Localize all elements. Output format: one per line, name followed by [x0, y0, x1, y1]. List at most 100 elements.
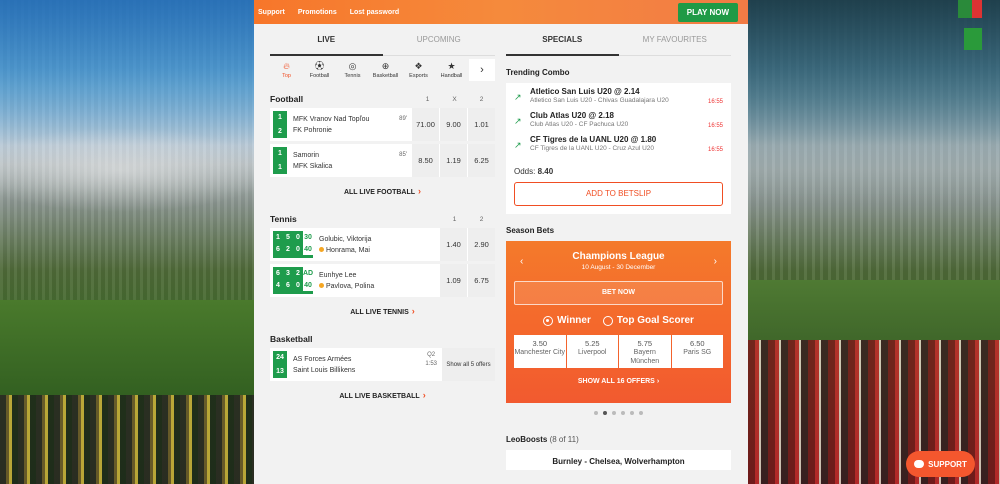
football-section-header: Football 1 X 2 — [270, 90, 495, 108]
carousel-dot[interactable] — [594, 411, 598, 415]
promotions-link[interactable]: Promotions — [298, 9, 337, 16]
tab-specials[interactable]: SPECIALS — [506, 24, 619, 56]
add-to-betslip-button[interactable]: ADD TO BETSLIP — [514, 182, 723, 206]
match-minute: 89' — [399, 116, 407, 122]
tennis-scoreboard: 6 3 2 AD 4 6 0 40 — [273, 267, 313, 294]
kickoff-time: 16:55 — [707, 99, 723, 105]
game-points: AD — [303, 267, 313, 279]
combo-pick: Atletico San Luis U20 @ 2.14 — [530, 87, 640, 96]
col-label: 1 — [425, 95, 430, 103]
radio-top-goal-scorer[interactable]: Top Goal Scorer — [602, 315, 694, 326]
odd-button-2[interactable]: 6.75 — [468, 264, 495, 297]
odd-button-2[interactable]: 1.01 — [468, 108, 495, 141]
live-column: LIVE UPCOMING 🔥︎ Top ⚽︎ Football ◎ Tenni… — [270, 24, 495, 484]
lost-password-link[interactable]: Lost password — [350, 9, 399, 16]
trending-combo-title: Trending Combo — [506, 68, 570, 77]
set-score: 6 — [286, 281, 290, 289]
set-score: 6 — [276, 245, 280, 253]
tab-upcoming[interactable]: UPCOMING — [383, 24, 496, 55]
teams: Samorin MFK Skalica — [287, 144, 399, 177]
match-row[interactable]: 24 13 AS Forces Armées Saint Louis Billi… — [270, 348, 495, 381]
play-now-button[interactable]: PLAY NOW — [677, 2, 738, 22]
odd-button-2[interactable]: 6.25 — [468, 144, 495, 177]
combo-odds: Odds: 8.40 — [514, 167, 723, 176]
sport-label: Basketball — [372, 73, 399, 79]
sport-item-tennis[interactable]: ◎ Tennis — [336, 61, 369, 79]
combo-selection[interactable]: ↗ Atletico San Luis U20 @ 2.14 Atletico … — [514, 87, 723, 111]
odd-button-1[interactable]: 1.40 — [440, 228, 467, 261]
all-live-football-link[interactable]: ALL LIVE FOOTBALL › — [270, 186, 495, 196]
link-label: ALL LIVE TENNIS — [350, 309, 409, 316]
chevron-left-icon[interactable]: ‹ — [520, 256, 523, 267]
game-clock: Q2 1:53 — [425, 348, 441, 381]
sport-label: Esports — [409, 73, 428, 79]
player-two-row: Pavlova, Polina — [319, 281, 439, 292]
carousel-dot[interactable] — [621, 411, 625, 415]
handball-icon: ★ — [447, 61, 456, 71]
link-label: SHOW ALL 16 OFFERS — [577, 378, 655, 385]
chevron-right-icon: › — [422, 390, 426, 400]
support-chat-button[interactable]: SUPPORT — [906, 451, 975, 477]
bet-now-button[interactable]: BET NOW — [514, 281, 723, 305]
show-all-offers-link[interactable]: SHOW ALL 16 OFFERS › — [506, 378, 731, 385]
all-live-tennis-link[interactable]: ALL LIVE TENNIS › — [270, 306, 495, 316]
radio-winner[interactable]: Winner — [543, 315, 591, 326]
player-two: Honrama, Mai — [326, 246, 370, 254]
sport-item-esports[interactable]: ❖ Esports — [402, 61, 435, 79]
all-live-basketball-link[interactable]: ALL LIVE BASKETBALL › — [270, 390, 495, 400]
match-row[interactable]: 6 3 2 AD 4 6 0 40 Eunhye Lee Pavlova, Po… — [270, 264, 495, 297]
teams: MFK Vranov Nad Topľou FK Pohronie — [287, 108, 399, 141]
outcome-button[interactable]: 5.75 Bayern München — [619, 335, 671, 368]
outcome-list: 3.50 Manchester City 5.25 Liverpool 5.75 Ba… — [514, 335, 723, 368]
tab-live[interactable]: LIVE — [270, 24, 383, 56]
chevron-right-icon[interactable]: › — [714, 256, 717, 267]
season-header: Champions League 10 August - 30 December — [506, 241, 731, 271]
outcome-button[interactable]: 5.25 Liverpool — [566, 335, 618, 368]
match-row[interactable]: 1 2 MFK Vranov Nad Topľou FK Pohronie 89… — [270, 108, 495, 141]
outcome-odd: 3.50 — [532, 339, 548, 348]
sport-item-basketball[interactable]: ⊕ Basketball — [369, 61, 402, 79]
leoboosts-title: LeoBoosts (8 of 11) — [506, 435, 731, 444]
set-score: 6 — [276, 269, 280, 277]
outcome-button[interactable]: 3.50 Manchester City — [514, 335, 566, 368]
odd-button-x[interactable]: 9.00 — [440, 108, 467, 141]
support-link[interactable]: Support — [258, 9, 285, 16]
sport-item-handball[interactable]: ★ Handball — [435, 61, 468, 79]
odd-button-2[interactable]: 2.90 — [468, 228, 495, 261]
show-all-offers-button[interactable]: Show all 5 offers — [442, 348, 495, 381]
match-row[interactable]: 1 1 Samorin MFK Skalica 85' 8.50 1.19 6.… — [270, 144, 495, 177]
match-row[interactable]: 1 5 0 30 6 2 0 40 Golubic, Viktorija Hon… — [270, 228, 495, 261]
link-label: ALL LIVE FOOTBALL — [343, 189, 416, 196]
away-team: Saint Louis Billikens — [293, 366, 356, 374]
odd-button-1[interactable]: 1.09 — [440, 264, 467, 297]
combo-selection[interactable]: ↗ CF Tigres de la UANL U20 @ 1.80 CF Tig… — [514, 135, 723, 159]
game-points: 30 — [303, 231, 313, 243]
players: Golubic, Viktorija Honrama, Mai — [313, 228, 439, 261]
carousel-dot[interactable] — [630, 411, 634, 415]
away-team: FK Pohronie — [293, 126, 332, 134]
odd-button-x[interactable]: 1.19 — [440, 144, 467, 177]
outcome-button[interactable]: 6.50 Paris SG — [671, 335, 723, 368]
carousel-dot[interactable] — [639, 411, 643, 415]
season-bets-card: ‹ › Champions League 10 August - 30 Dece… — [506, 241, 731, 403]
combo-selection[interactable]: ↗ Club Atlas U20 @ 2.18 Club Atlas U20 -… — [514, 111, 723, 135]
trending-up-icon: ↗ — [514, 116, 522, 126]
chevron-right-icon: › — [418, 186, 422, 196]
carousel-dot[interactable] — [612, 411, 616, 415]
football-icon: ⚽︎ — [314, 61, 324, 71]
outcome-team: Liverpool — [578, 349, 607, 356]
set-score: 2 — [296, 269, 300, 277]
set-score: 0 — [296, 233, 300, 241]
tab-my-favourites[interactable]: MY FAVOURITES — [619, 24, 732, 55]
carousel-dot-active[interactable] — [603, 411, 607, 415]
boost-card[interactable]: Burnley - Chelsea, Wolverhampton — [506, 450, 731, 470]
odd-button-1[interactable]: 8.50 — [412, 144, 439, 177]
odd-button-1[interactable]: 71.00 — [412, 108, 439, 141]
col-label: 2 — [479, 95, 484, 103]
sport-item-football[interactable]: ⚽︎ Football — [303, 61, 336, 79]
specials-column: SPECIALS MY FAVOURITES Trending Combo ↗ … — [506, 24, 731, 484]
chat-bubble-icon — [914, 460, 925, 468]
specials-tabs: SPECIALS MY FAVOURITES — [506, 24, 731, 56]
sport-item-top[interactable]: 🔥︎ Top — [270, 61, 303, 79]
chevron-right-icon[interactable]: › — [469, 59, 495, 81]
